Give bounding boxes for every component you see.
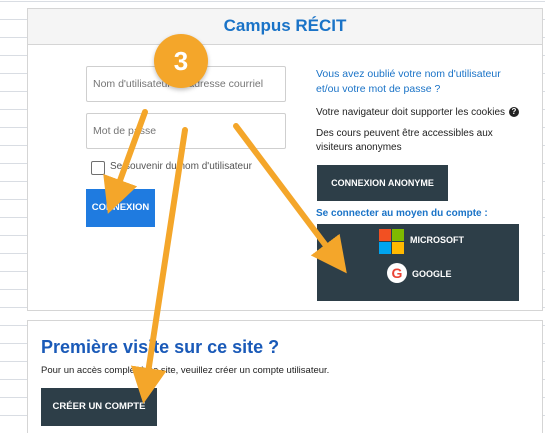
signup-text: Pour un accès complet à ce site, veuille… (41, 365, 330, 376)
cookies-notice: Votre navigateur doit supporter les cook… (316, 107, 519, 118)
guest-access-text: Des cours peuvent être accessibles aux v… (316, 128, 493, 153)
signup-heading: Première visite sur ce site ? (41, 337, 280, 357)
remember-username-checkbox[interactable] (91, 161, 105, 175)
oauth-heading: Se connecter au moyen du compte : (316, 208, 488, 219)
help-icon[interactable]: ? (509, 107, 519, 118)
guest-login-button[interactable]: CONNEXION ANONYME (317, 165, 448, 201)
google-logo-icon: G (387, 263, 407, 283)
cookies-notice-text: Votre navigateur doit supporter les cook… (316, 107, 505, 118)
microsoft-logo-icon (379, 229, 404, 254)
signup-card: Première visite sur ce site ? Pour un ac… (27, 320, 543, 433)
google-label: GOOGLE (412, 269, 452, 279)
login-button[interactable]: CONNEXION (86, 189, 155, 227)
password-input[interactable] (86, 113, 286, 149)
login-card-header: Campus RÉCIT (28, 9, 542, 45)
page-title: Campus RÉCIT (223, 16, 347, 35)
step-number-badge: 3 (154, 34, 208, 88)
forgot-password-link[interactable]: Vous avez oublié votre nom d'utilisateur… (316, 67, 526, 97)
microsoft-label: MICROSOFT (410, 235, 464, 245)
create-account-button[interactable]: CRÉER UN COMPTE (41, 388, 157, 426)
remember-username-label: Se souvenir du nom d'utilisateur (110, 161, 252, 172)
oauth-providers-panel: MICROSOFT G GOOGLE (317, 224, 519, 301)
login-card: Campus RÉCIT Se souvenir du nom d'utilis… (27, 8, 543, 311)
